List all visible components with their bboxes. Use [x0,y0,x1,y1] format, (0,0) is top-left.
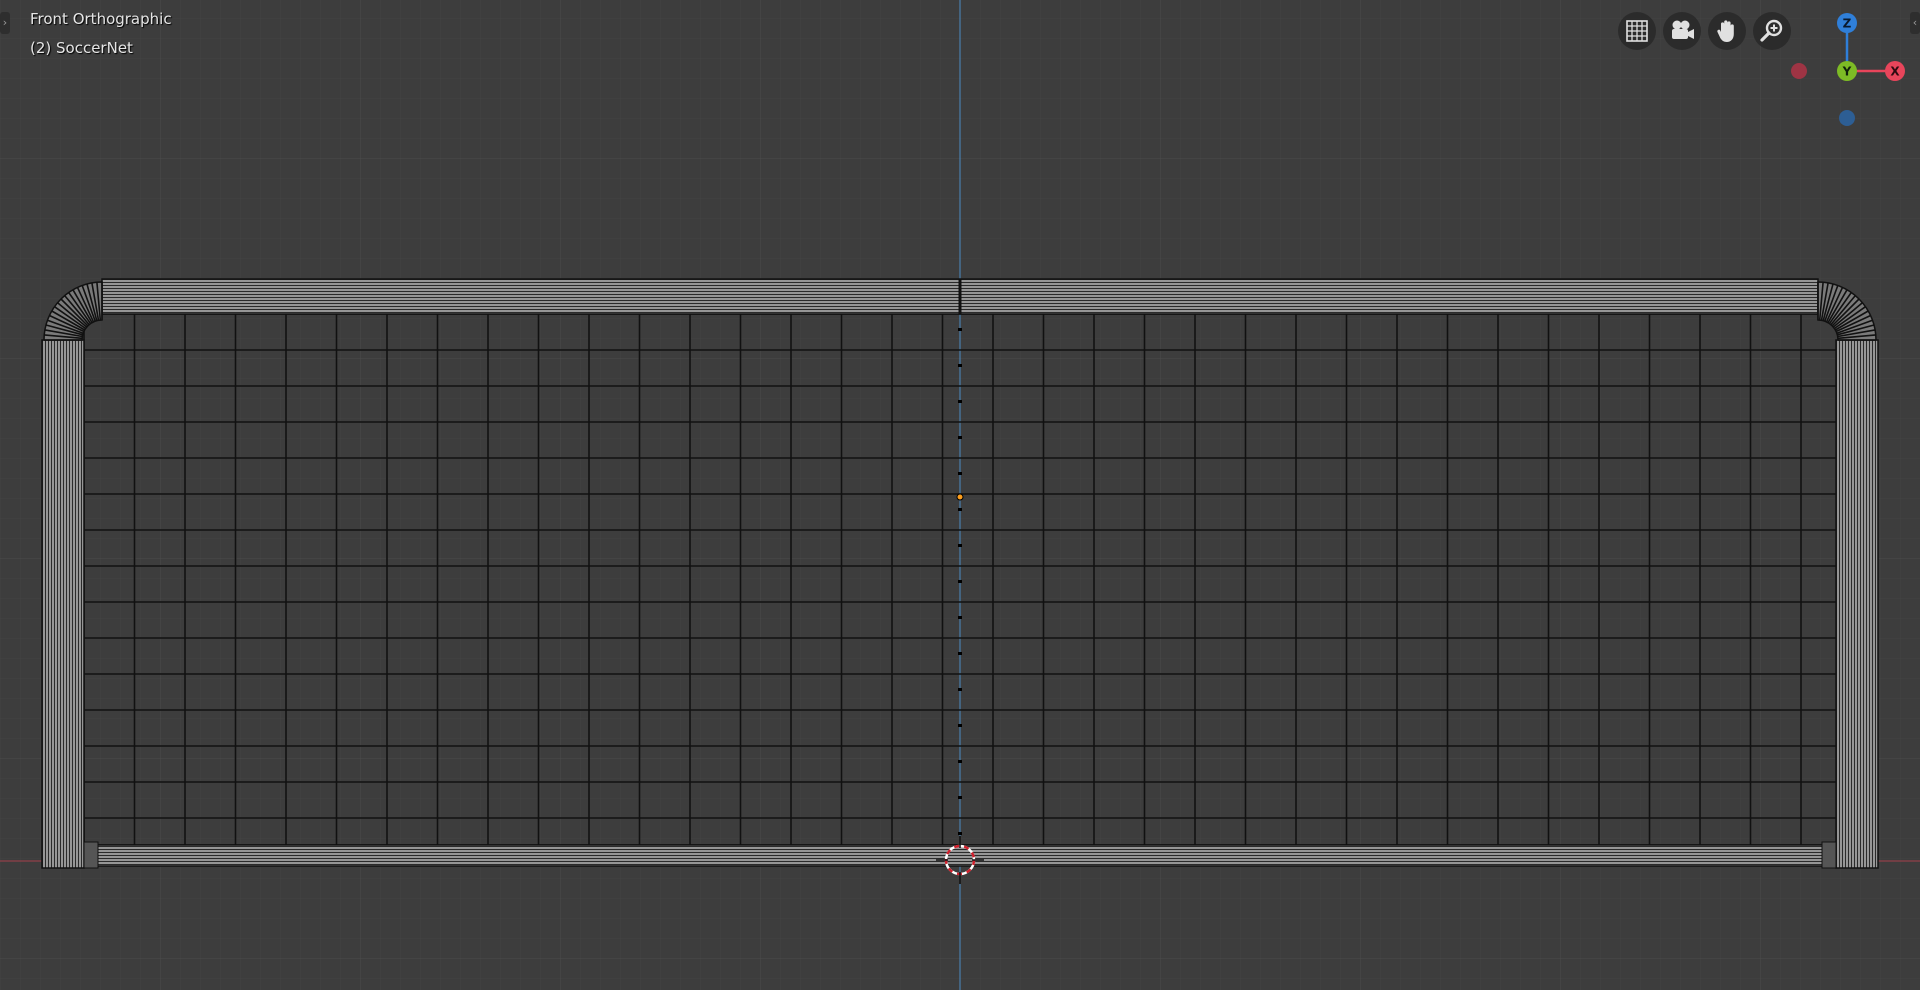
toggle-perspective-button[interactable] [1618,12,1656,50]
left-toolbar-toggle[interactable]: › [0,12,10,34]
camera-view-button[interactable] [1663,12,1701,50]
left-post [41,339,85,869]
bottom-bar [93,844,1827,867]
gizmo-y-label: Y [1842,65,1852,79]
active-object-label: (2) SoccerNet [30,39,133,57]
gizmo-neg-x[interactable] [1791,63,1807,79]
grid-icon [1626,20,1648,42]
camera-icon [1672,20,1694,39]
hand-icon [1717,20,1734,42]
pan-view-button[interactable] [1708,12,1746,50]
gizmo-neg-z[interactable] [1839,110,1855,126]
gizmo-z-label: Z [1843,17,1852,31]
right-post [1835,339,1879,869]
object-origin [956,493,964,501]
gizmo-x-label: X [1890,65,1900,79]
view-name-label: Front Orthographic [30,10,172,28]
viewport-canvas[interactable] [0,0,1920,990]
navigation-gizmo[interactable]: Y Z X [1780,8,1920,128]
